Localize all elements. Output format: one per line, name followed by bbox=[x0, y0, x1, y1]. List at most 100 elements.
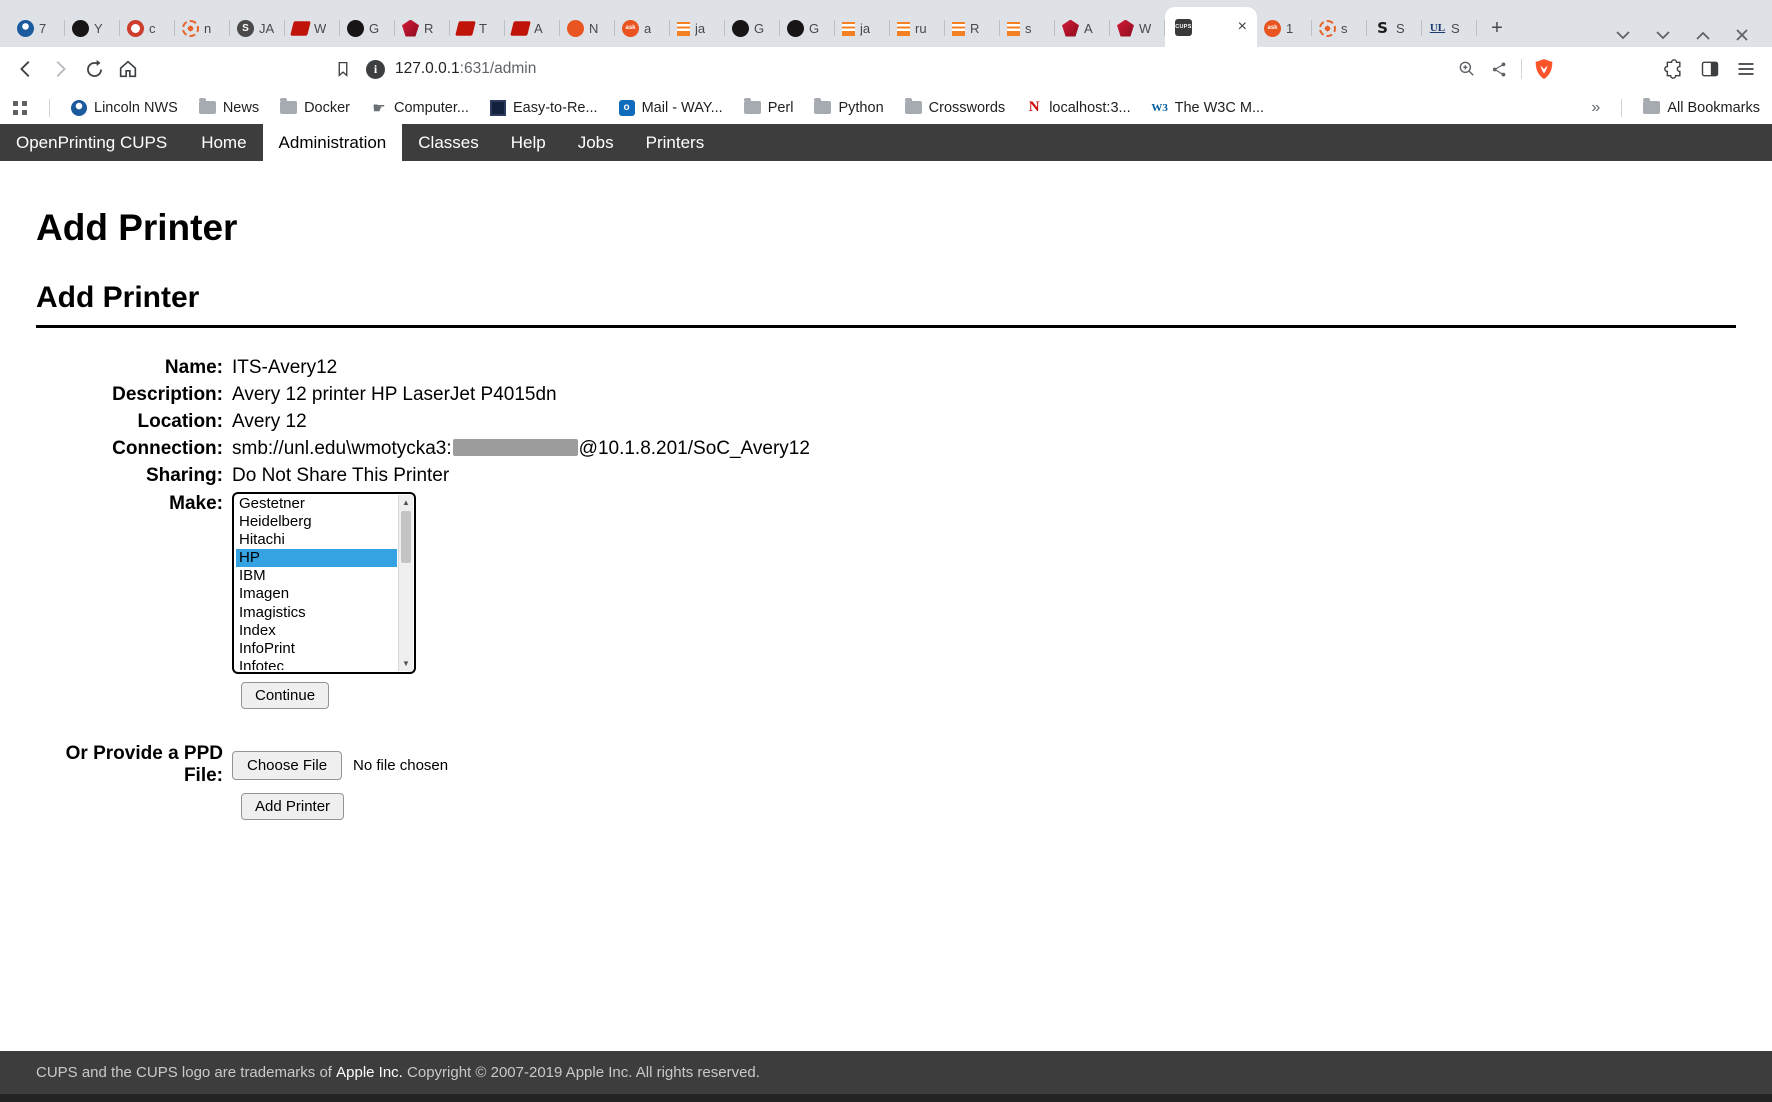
tab[interactable]: A bbox=[1055, 9, 1110, 47]
site-info-icon[interactable]: i bbox=[366, 60, 385, 79]
back-button[interactable] bbox=[10, 53, 42, 85]
tab[interactable]: SJA bbox=[230, 9, 285, 47]
bookmarks-overflow-icon[interactable]: » bbox=[1591, 99, 1600, 117]
folder-icon bbox=[280, 101, 297, 114]
tab[interactable]: ru bbox=[890, 9, 945, 47]
make-option[interactable]: Imagen bbox=[236, 585, 397, 603]
continue-button[interactable]: Continue bbox=[241, 682, 329, 709]
tab-title: s bbox=[1025, 21, 1032, 36]
make-list[interactable]: GestetnerHeidelbergHitachiHPIBMImagenIma… bbox=[232, 492, 416, 674]
tab[interactable]: W bbox=[1110, 9, 1165, 47]
maximize-icon[interactable] bbox=[1696, 31, 1710, 40]
bookmark-item[interactable]: W3The W3C M... bbox=[1152, 100, 1264, 116]
tab-title: N bbox=[589, 21, 598, 36]
bookmark-item[interactable]: Perl bbox=[744, 100, 794, 116]
nav-item-help[interactable]: Help bbox=[495, 124, 562, 161]
tab[interactable]: A bbox=[505, 9, 560, 47]
tab[interactable]: G bbox=[340, 9, 395, 47]
nav-item-classes[interactable]: Classes bbox=[402, 124, 494, 161]
ruby-favicon bbox=[1117, 20, 1134, 37]
tab[interactable]: s bbox=[1312, 9, 1367, 47]
tab-search-icon[interactable] bbox=[1616, 31, 1630, 40]
nav-item-jobs[interactable]: Jobs bbox=[562, 124, 630, 161]
tab[interactable]: ja bbox=[835, 9, 890, 47]
bookmark-item[interactable]: Nlocalhost:3... bbox=[1026, 100, 1130, 116]
tab[interactable]: W bbox=[285, 9, 340, 47]
make-option[interactable]: Gestetner bbox=[236, 495, 397, 513]
tab[interactable]: s bbox=[1000, 9, 1055, 47]
field-value: Do Not Share This Printer bbox=[232, 462, 449, 489]
bookmark-item[interactable]: Easy-to-Re... bbox=[490, 100, 598, 116]
bookmark-page-icon[interactable] bbox=[334, 60, 352, 78]
tab[interactable]: G bbox=[725, 9, 780, 47]
tab-active[interactable]: CUPS× bbox=[1165, 7, 1257, 47]
nav-item-administration[interactable]: Administration bbox=[263, 124, 403, 161]
brave-shield-icon[interactable] bbox=[1528, 53, 1560, 85]
tab[interactable]: c bbox=[120, 9, 175, 47]
close-window-icon[interactable] bbox=[1736, 29, 1748, 41]
zoom-icon[interactable] bbox=[1451, 53, 1483, 85]
bookmark-item[interactable]: Python bbox=[814, 100, 883, 116]
new-tab-button[interactable]: + bbox=[1483, 14, 1511, 42]
extensions-icon[interactable] bbox=[1658, 53, 1690, 85]
browser-toolbar: i 127.0.0.1:631/admin bbox=[0, 47, 1772, 91]
nav-item-home[interactable]: Home bbox=[185, 124, 262, 161]
tab-title: R bbox=[424, 21, 433, 36]
tab[interactable]: n bbox=[175, 9, 230, 47]
tab[interactable]: R bbox=[945, 9, 1000, 47]
reload-button[interactable] bbox=[78, 53, 110, 85]
omnibox[interactable]: i 127.0.0.1:631/admin bbox=[146, 52, 1560, 86]
make-option[interactable]: HP bbox=[236, 549, 397, 567]
tab[interactable]: 7 bbox=[10, 9, 65, 47]
tab[interactable]: N bbox=[560, 9, 615, 47]
tab[interactable]: ja bbox=[670, 9, 725, 47]
connection-suffix: @10.1.8.201/SoC_Avery12 bbox=[579, 438, 810, 459]
bookmark-item[interactable]: Docker bbox=[280, 100, 350, 116]
tab[interactable]: SS bbox=[1367, 9, 1422, 47]
tab[interactable]: T bbox=[450, 9, 505, 47]
make-option[interactable]: Index bbox=[236, 622, 397, 640]
make-option[interactable]: Heidelberg bbox=[236, 513, 397, 531]
add-printer-button[interactable]: Add Printer bbox=[241, 793, 344, 820]
menu-icon[interactable] bbox=[1730, 53, 1762, 85]
bookmark-item[interactable]: ☛Computer... bbox=[371, 100, 469, 116]
make-option[interactable]: Imagistics bbox=[236, 604, 397, 622]
all-bookmarks-button[interactable]: All Bookmarks bbox=[1643, 100, 1760, 116]
tab[interactable]: aska bbox=[615, 9, 670, 47]
scroll-thumb[interactable] bbox=[401, 511, 411, 563]
bookmark-item[interactable]: News bbox=[199, 100, 259, 116]
tab[interactable]: ask1 bbox=[1257, 9, 1312, 47]
field-label: Sharing: bbox=[36, 462, 232, 489]
forward-button[interactable] bbox=[44, 53, 76, 85]
cups-brand[interactable]: OpenPrinting CUPS bbox=[0, 124, 185, 161]
nav-item-printers[interactable]: Printers bbox=[630, 124, 721, 161]
bookmark-item[interactable]: Lincoln NWS bbox=[71, 100, 178, 116]
scroll-up-icon[interactable]: ▲ bbox=[399, 496, 413, 509]
tab[interactable]: ULS bbox=[1422, 9, 1477, 47]
bookmark-item[interactable]: oMail - WAY... bbox=[619, 100, 723, 116]
make-option[interactable]: Infotec bbox=[236, 658, 397, 670]
so-favicon bbox=[1007, 22, 1020, 36]
list-scrollbar[interactable]: ▲ ▼ bbox=[398, 495, 413, 671]
apple-link[interactable]: Apple Inc. bbox=[336, 1064, 403, 1081]
apps-grid-icon[interactable] bbox=[12, 100, 28, 116]
make-option[interactable]: IBM bbox=[236, 567, 397, 585]
minimize-icon[interactable] bbox=[1656, 31, 1670, 40]
tab[interactable]: R bbox=[395, 9, 450, 47]
make-option[interactable]: InfoPrint bbox=[236, 640, 397, 658]
choose-file-button[interactable]: Choose File bbox=[232, 751, 342, 780]
make-option[interactable]: Hitachi bbox=[236, 531, 397, 549]
bookmark-label: Computer... bbox=[394, 100, 469, 116]
sidebar-toggle-icon[interactable] bbox=[1694, 53, 1726, 85]
bookmark-item[interactable]: Crosswords bbox=[905, 100, 1006, 116]
field-row: Location:Avery 12 bbox=[36, 408, 1736, 435]
tab[interactable]: Y bbox=[65, 9, 120, 47]
tab[interactable]: G bbox=[780, 9, 835, 47]
bookmark-label: Docker bbox=[304, 100, 350, 116]
github-favicon bbox=[787, 20, 804, 37]
tab-close-icon[interactable]: × bbox=[1238, 19, 1247, 35]
share-icon[interactable] bbox=[1483, 53, 1515, 85]
scroll-down-icon[interactable]: ▼ bbox=[399, 657, 413, 670]
url-text[interactable]: 127.0.0.1:631/admin bbox=[395, 60, 536, 78]
home-button[interactable] bbox=[112, 53, 144, 85]
